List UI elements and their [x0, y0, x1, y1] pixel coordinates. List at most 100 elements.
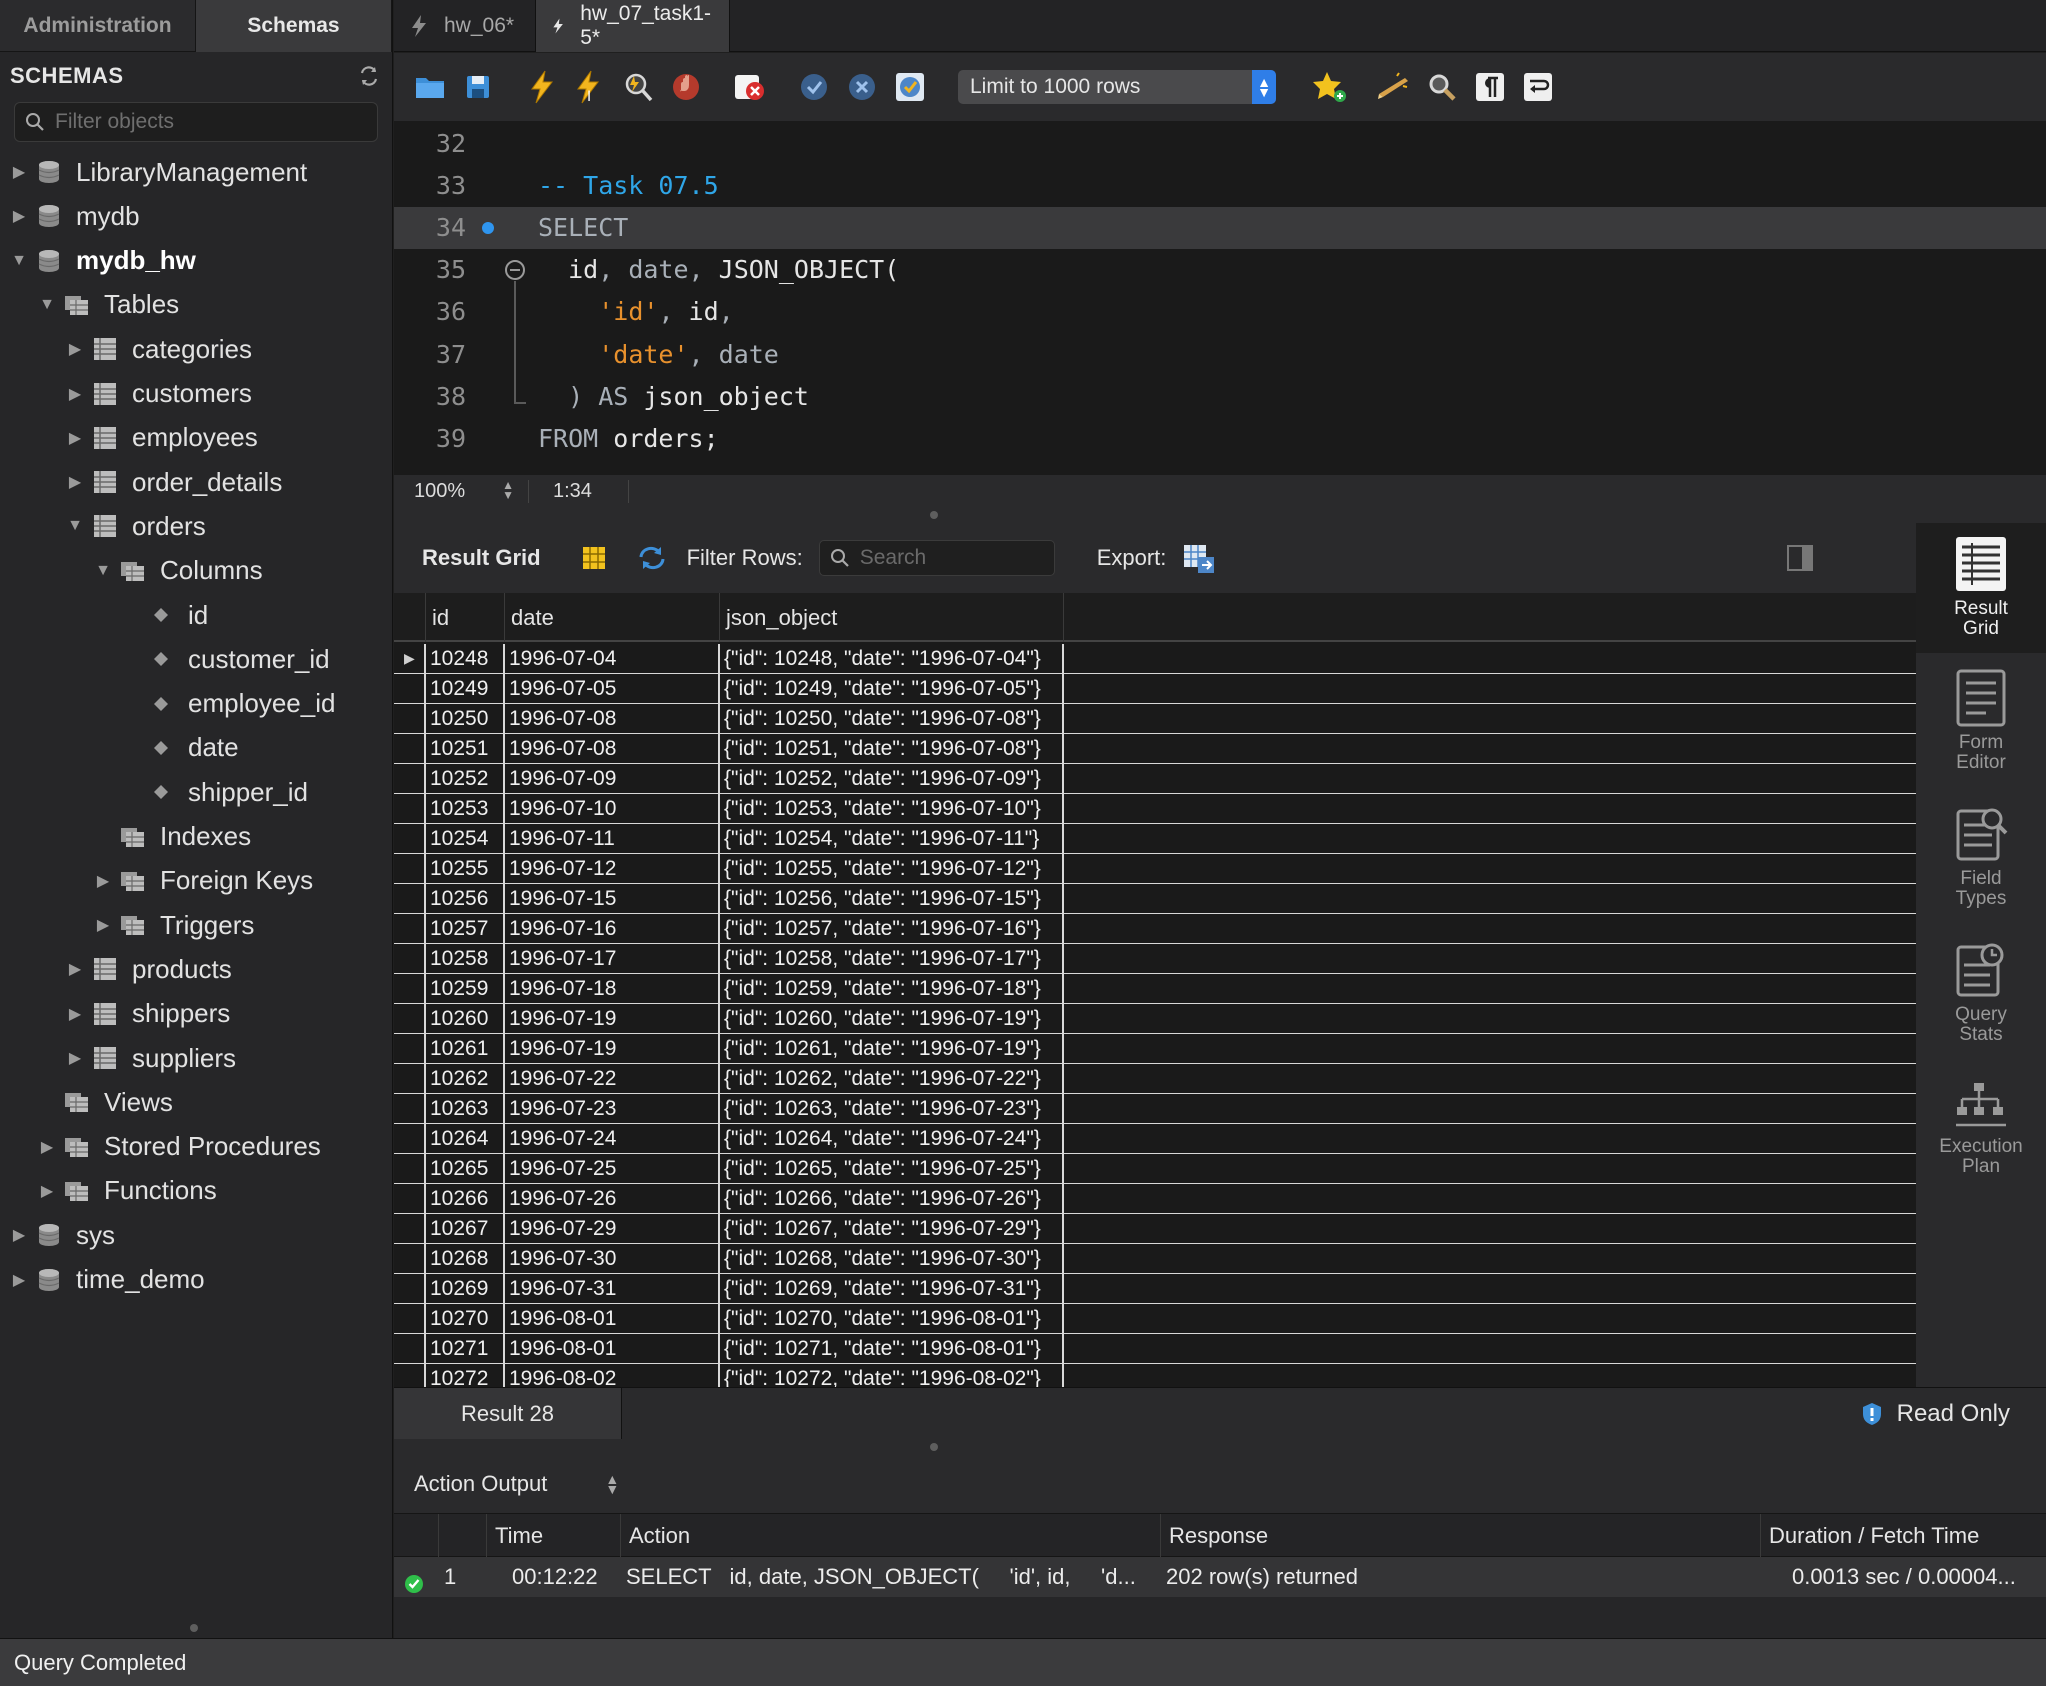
chevron-right-icon[interactable]: ▶ — [66, 339, 84, 359]
code-line[interactable]: 37 'date', date — [394, 334, 2046, 376]
grid-cell[interactable]: 1996-07-29 — [505, 1214, 720, 1243]
row-header[interactable] — [394, 944, 426, 973]
row-header[interactable] — [394, 884, 426, 913]
row-header[interactable] — [394, 764, 426, 793]
grid-cell[interactable]: {"id": 10269, "date": "1996-07-31"} — [720, 1274, 1064, 1303]
chevron-right-icon[interactable]: ▶ — [38, 1181, 56, 1201]
column-header-action[interactable]: Action — [620, 1514, 1160, 1558]
grid-cell[interactable]: {"id": 10268, "date": "1996-07-30"} — [720, 1244, 1064, 1273]
grid-cell[interactable]: 10268 — [426, 1244, 505, 1273]
execute-icon[interactable] — [524, 69, 560, 105]
tree-item-triggers[interactable]: ▶ Triggers — [94, 903, 255, 947]
grid-cell[interactable]: {"id": 10258, "date": "1996-07-17"} — [720, 944, 1064, 973]
chevron-right-icon[interactable]: ▶ — [38, 1137, 56, 1157]
tree-item-mydb[interactable]: ▶ mydb — [10, 194, 140, 238]
tree-item-date[interactable]: date — [122, 726, 239, 770]
tree-item-mydb-hw[interactable]: ▼ mydb_hw — [10, 239, 196, 283]
filter-rows-input[interactable] — [859, 546, 1040, 570]
column-header-time[interactable]: Time — [486, 1514, 620, 1558]
grid-cell[interactable]: 10258 — [426, 944, 505, 973]
row-header[interactable] — [394, 1334, 426, 1363]
sidebar-splitter-handle[interactable] — [190, 1624, 198, 1632]
zoom-control[interactable]: 100% ▲ ▼ — [394, 479, 529, 503]
splitter-handle[interactable] — [930, 511, 938, 519]
grid-cell[interactable]: {"id": 10265, "date": "1996-07-25"} — [720, 1154, 1064, 1183]
grid-cell[interactable]: {"id": 10261, "date": "1996-07-19"} — [720, 1034, 1064, 1063]
grid-cell[interactable]: 1996-07-30 — [505, 1244, 720, 1273]
code-line[interactable]: 39 FROM orders; — [394, 418, 2046, 460]
row-header[interactable] — [394, 1094, 426, 1123]
grid-cell[interactable]: 1996-07-17 — [505, 944, 720, 973]
tree-item-order-details[interactable]: ▶ order_details — [66, 460, 282, 504]
grid-cell[interactable]: {"id": 10256, "date": "1996-07-15"} — [720, 884, 1064, 913]
row-header[interactable] — [394, 854, 426, 883]
splitter-handle[interactable] — [930, 1443, 938, 1451]
grid-cell[interactable]: 1996-07-12 — [505, 854, 720, 883]
find-icon[interactable] — [1424, 69, 1460, 105]
wrap-icon[interactable] — [1520, 69, 1556, 105]
grid-cell[interactable]: 10259 — [426, 974, 505, 1003]
row-header[interactable] — [394, 734, 426, 763]
grid-cell[interactable]: 10255 — [426, 854, 505, 883]
table-row[interactable]: 10261 1996-07-19 {"id": 10261, "date": "19… — [394, 1034, 1916, 1064]
grid-cell[interactable]: 10270 — [426, 1304, 505, 1333]
export-icon[interactable] — [1182, 541, 1216, 575]
result-tab[interactable]: Result 28 — [394, 1387, 622, 1440]
table-row[interactable]: 10253 1996-07-10 {"id": 10253, "date": "19… — [394, 794, 1916, 824]
table-row[interactable]: 10272 1996-08-02 {"id": 10272, "date": "19… — [394, 1364, 1916, 1387]
row-header[interactable] — [394, 644, 426, 673]
table-row[interactable]: ▶ 10248 1996-07-04 {"id": 10248, "date": "1… — [394, 644, 1916, 674]
table-row[interactable]: 10265 1996-07-25 {"id": 10265, "date": "19… — [394, 1154, 1916, 1184]
row-header[interactable] — [394, 1004, 426, 1033]
chevron-right-icon[interactable]: ▶ — [66, 428, 84, 448]
grid-cell[interactable]: 1996-07-19 — [505, 1034, 720, 1063]
grid-cell[interactable]: 10248 — [426, 644, 505, 673]
grid-cell[interactable]: 1996-07-19 — [505, 1004, 720, 1033]
grid-cell[interactable]: 1996-07-23 — [505, 1094, 720, 1123]
grid-cell[interactable]: 1996-07-08 — [505, 734, 720, 763]
grid-cell[interactable]: {"id": 10260, "date": "1996-07-19"} — [720, 1004, 1064, 1033]
chevron-right-icon[interactable]: ▶ — [94, 871, 112, 891]
toggle-error-icon[interactable] — [732, 69, 768, 105]
grid-cell[interactable]: 10265 — [426, 1154, 505, 1183]
table-row[interactable]: 10264 1996-07-24 {"id": 10264, "date": "19… — [394, 1124, 1916, 1154]
grid-cell[interactable]: 1996-08-01 — [505, 1304, 720, 1333]
chevron-right-icon[interactable]: ▶ — [94, 915, 112, 935]
grid-columns-icon[interactable] — [581, 545, 607, 571]
grid-cell[interactable]: {"id": 10249, "date": "1996-07-05"} — [720, 674, 1064, 703]
chevron-right-icon[interactable]: ▶ — [66, 1048, 84, 1068]
chevron-right-icon[interactable]: ▶ — [10, 1225, 28, 1245]
table-row[interactable]: 10254 1996-07-11 {"id": 10254, "date": "19… — [394, 824, 1916, 854]
grid-cell[interactable]: 1996-07-11 — [505, 824, 720, 853]
row-header[interactable] — [394, 704, 426, 733]
tree-item-suppliers[interactable]: ▶ suppliers — [66, 1036, 236, 1080]
grid-cell[interactable]: {"id": 10253, "date": "1996-07-10"} — [720, 794, 1064, 823]
tree-item-tables[interactable]: ▼ Tables — [38, 283, 179, 327]
grid-cell[interactable]: 1996-07-08 — [505, 704, 720, 733]
tree-item-time-demo[interactable]: ▶ time_demo — [10, 1258, 205, 1302]
grid-cell[interactable]: 10249 — [426, 674, 505, 703]
row-header[interactable] — [394, 1184, 426, 1213]
table-row[interactable]: 10257 1996-07-16 {"id": 10257, "date": "19… — [394, 914, 1916, 944]
row-header[interactable] — [394, 824, 426, 853]
filter-rows-field[interactable] — [818, 540, 1055, 576]
tree-item-shippers[interactable]: ▶ shippers — [66, 992, 230, 1036]
table-row[interactable]: 10258 1996-07-17 {"id": 10258, "date": "19… — [394, 944, 1916, 974]
row-header[interactable] — [394, 1274, 426, 1303]
execute-current-icon[interactable]: I — [572, 69, 608, 105]
row-header[interactable] — [394, 1124, 426, 1153]
grid-cell[interactable]: 10256 — [426, 884, 505, 913]
table-row[interactable]: 10269 1996-07-31 {"id": 10269, "date": "19… — [394, 1274, 1916, 1304]
row-header[interactable] — [394, 1064, 426, 1093]
grid-cell[interactable]: 10266 — [426, 1184, 505, 1213]
grid-cell[interactable]: 1996-07-18 — [505, 974, 720, 1003]
output-splitter[interactable] — [394, 1439, 2046, 1455]
grid-cell[interactable]: 10271 — [426, 1334, 505, 1363]
tree-item-id[interactable]: id — [122, 593, 208, 637]
grid-cell[interactable]: {"id": 10259, "date": "1996-07-18"} — [720, 974, 1064, 1003]
column-header[interactable]: json_object — [720, 593, 1064, 642]
grid-cell[interactable]: 10267 — [426, 1214, 505, 1243]
table-row[interactable]: 10249 1996-07-05 {"id": 10249, "date": "19… — [394, 674, 1916, 704]
chevron-down-icon[interactable]: ▼ — [38, 296, 56, 314]
grid-cell[interactable]: {"id": 10264, "date": "1996-07-24"} — [720, 1124, 1064, 1153]
